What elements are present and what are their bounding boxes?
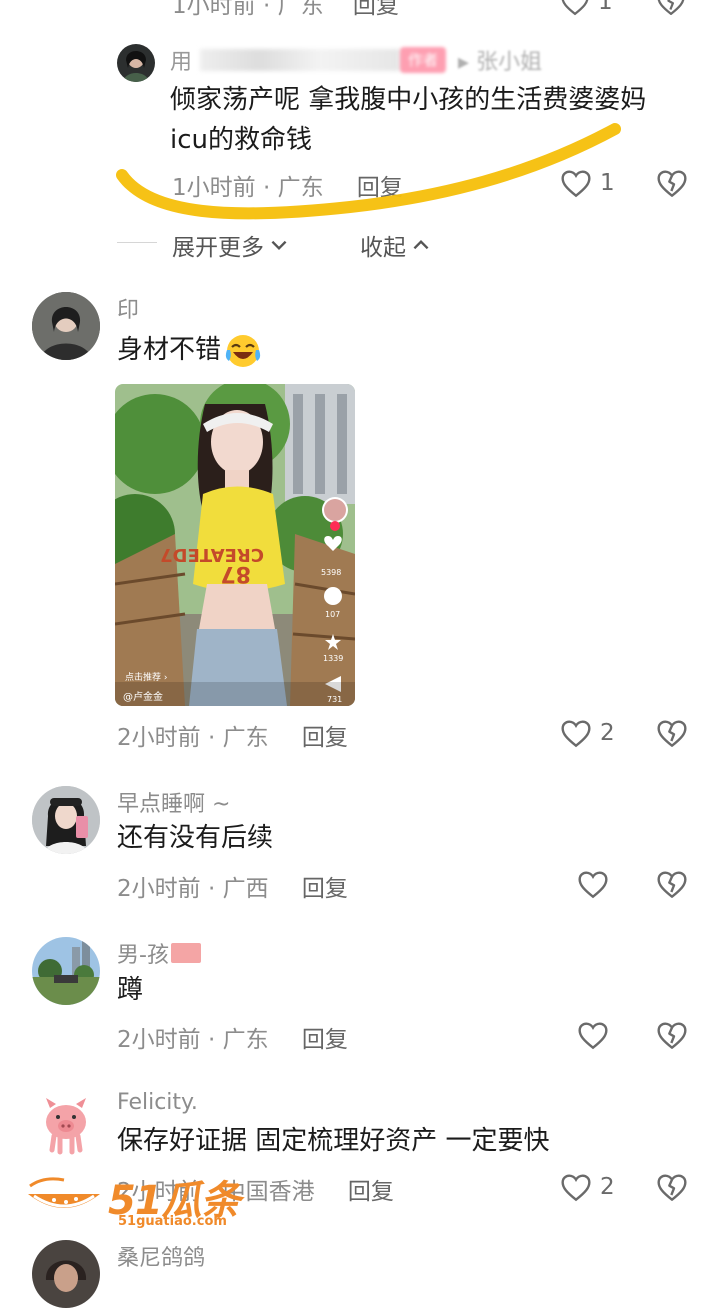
- avatar-image: [32, 292, 100, 360]
- comment-meta: 2小时前 · 广东 回复: [117, 1027, 348, 1053]
- reply-button[interactable]: 回复: [302, 725, 348, 751]
- top-meta: 1小时前 · 广东 回复: [172, 0, 399, 20]
- dislike-button[interactable]: [656, 869, 688, 899]
- heart-icon: [561, 720, 591, 748]
- avatar[interactable]: [32, 292, 100, 360]
- reply-button[interactable]: 回复: [353, 0, 399, 19]
- highlight-stroke: [116, 123, 621, 220]
- photo-illustration: CREATED7 87: [115, 384, 355, 706]
- reply-header: 用 作者 ▸ 张小姐: [170, 44, 542, 76]
- watermark-url: 51guatiao.com: [118, 1214, 227, 1229]
- expand-more-button[interactable]: 展开更多: [172, 228, 290, 262]
- heart-icon: [578, 871, 608, 899]
- username[interactable]: 印: [117, 292, 139, 324]
- chevron-down-icon: [271, 240, 287, 251]
- avatar-image: [32, 937, 100, 1005]
- username[interactable]: 桑尼鸽鸽: [117, 1240, 205, 1272]
- reply-to-user[interactable]: ▸ 张小姐: [458, 44, 542, 76]
- like-button[interactable]: 2: [560, 1172, 615, 1202]
- chevron-up-icon: [413, 239, 429, 250]
- comment-meta: 2小时前 · 广西 回复: [117, 876, 348, 902]
- like-button[interactable]: 2: [560, 718, 615, 748]
- avatar-image: [123, 51, 149, 82]
- broken-heart-icon: [657, 871, 687, 898]
- comment-text: 蹲: [117, 975, 144, 1005]
- comment-meta: 2小时前 · 广东 回复: [117, 725, 348, 751]
- broken-heart-icon: [657, 1174, 687, 1201]
- dislike-button[interactable]: [656, 718, 688, 748]
- heart-icon: [561, 1174, 591, 1202]
- avatar[interactable]: [32, 786, 100, 854]
- avatar[interactable]: [117, 44, 155, 82]
- username[interactable]: 早点睡啊 ~: [117, 786, 230, 818]
- username[interactable]: 男-孩: [117, 937, 169, 969]
- image-count: 1339: [323, 654, 344, 663]
- dislike-button[interactable]: [656, 0, 686, 16]
- pig-avatar-image: [46, 1098, 86, 1155]
- blurred-username: [200, 49, 401, 71]
- heart-icon: [561, 0, 589, 16]
- dislike-button[interactable]: [656, 1172, 688, 1202]
- avatar-image: [32, 786, 100, 854]
- image-count: 5398: [321, 568, 342, 577]
- reply-button[interactable]: 回复: [302, 1027, 348, 1053]
- watermark: 51瓜条 51guatiao.com: [24, 1168, 254, 1232]
- username[interactable]: 用: [170, 44, 192, 76]
- image-count: 731: [327, 695, 343, 704]
- svg-text:87: 87: [220, 561, 251, 586]
- reply-button[interactable]: 回复: [348, 1179, 394, 1205]
- broken-heart-icon: [657, 720, 687, 747]
- dislike-button[interactable]: [656, 1020, 688, 1050]
- username-row: 男-孩: [117, 937, 201, 969]
- dislike-button[interactable]: [656, 168, 688, 198]
- author-tag: 作者: [400, 47, 447, 73]
- watermelon-logo-icon: [28, 1177, 100, 1208]
- avatar-image: [32, 1240, 100, 1308]
- avatar[interactable]: [32, 937, 100, 1005]
- like-button[interactable]: [577, 1020, 609, 1050]
- comment-text: 还有没有后续: [117, 823, 274, 853]
- laughing-tears-emoji-icon: [225, 335, 261, 367]
- image-caption: @卢金金: [123, 692, 163, 703]
- collapse-button[interactable]: 收起: [360, 228, 432, 262]
- heart-icon: [578, 1022, 608, 1050]
- username[interactable]: Felicity.: [117, 1090, 198, 1115]
- image-recommend: 点击推荐 ›: [125, 673, 168, 683]
- broken-heart-icon: [657, 170, 687, 197]
- broken-heart-icon: [657, 1022, 687, 1049]
- broken-heart-icon: [657, 0, 685, 15]
- avatar[interactable]: [32, 1090, 100, 1158]
- comment-text: 保存好证据 固定梳理好资产 一定要快: [117, 1126, 550, 1156]
- comment-text-row: 身材不错: [117, 330, 263, 370]
- comment-image[interactable]: CREATED7 87 5398 107 1339 731 点击推荐 › @卢金…: [115, 384, 355, 706]
- reply-button[interactable]: 回复: [302, 876, 348, 902]
- avatar[interactable]: [32, 1240, 100, 1308]
- comment-text: 身材不错: [117, 335, 222, 365]
- flag-badge: [170, 943, 201, 963]
- image-count: 107: [325, 610, 341, 619]
- thread-divider: [117, 242, 157, 243]
- like-button[interactable]: [577, 869, 609, 899]
- like-button[interactable]: 1: [560, 0, 613, 16]
